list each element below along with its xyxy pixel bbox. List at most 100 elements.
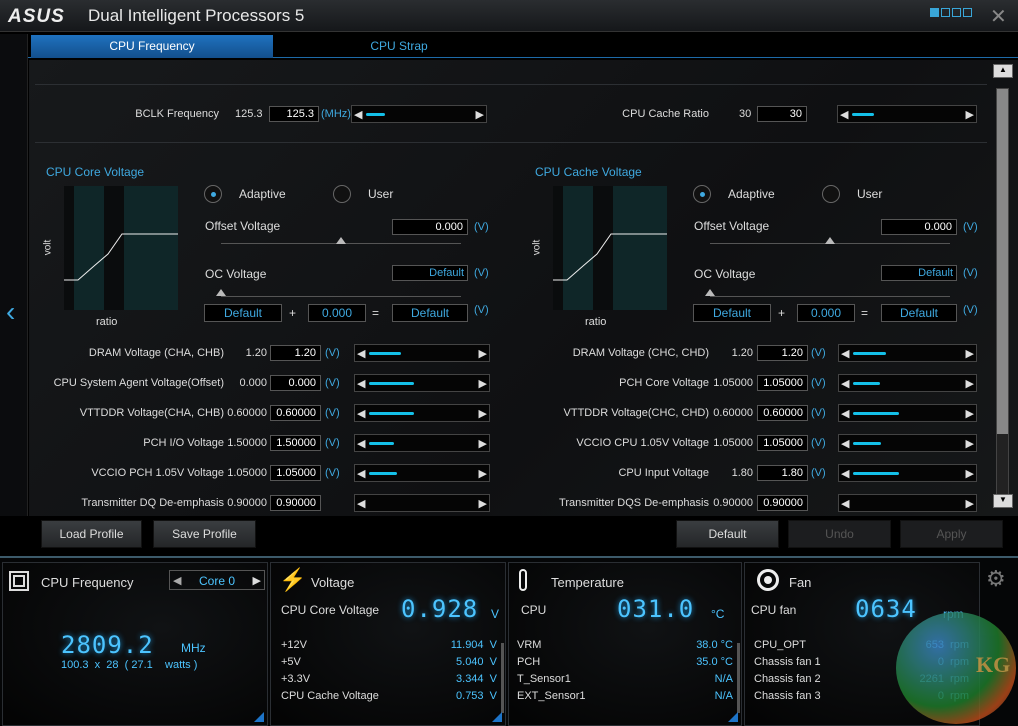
save-profile-button[interactable]: Save Profile <box>153 520 256 548</box>
slider-left-arrow-icon[interactable]: ◀ <box>357 437 365 450</box>
temperature-list-scrollbar[interactable] <box>737 643 740 713</box>
layout-1-icon[interactable] <box>930 8 939 17</box>
setting-input[interactable]: 0.60000 <box>270 405 321 421</box>
slider-left-arrow-icon[interactable]: ◀ <box>357 347 365 360</box>
slider-left-arrow-icon[interactable]: ◀ <box>840 108 848 121</box>
cache-ratio-input[interactable]: 30 <box>757 106 807 122</box>
setting-slider[interactable]: ◀ ▶ <box>838 464 977 482</box>
slider-left-arrow-icon[interactable]: ◀ <box>354 108 362 121</box>
slider-right-arrow-icon[interactable]: ▶ <box>966 407 974 420</box>
slider-right-arrow-icon[interactable]: ▶ <box>476 108 484 121</box>
slider-right-arrow-icon[interactable]: ▶ <box>966 377 974 390</box>
voltage-list-scrollbar[interactable] <box>501 643 504 713</box>
expand-corner-icon[interactable] <box>728 712 738 722</box>
setting-unit: (V) <box>811 347 826 359</box>
bclk-input[interactable]: 125.3 <box>269 106 319 122</box>
tab-cpu-frequency[interactable]: CPU Frequency <box>31 35 273 58</box>
watts-value: ( 27.1 watts ) <box>124 659 198 671</box>
cpu-core-voltage-oc-input[interactable]: Default <box>392 265 468 281</box>
setting-input[interactable]: 1.05000 <box>757 435 808 451</box>
setting-default: 1.05000 <box>713 377 753 389</box>
cpu-core-voltage-oc-thumb[interactable] <box>216 289 226 296</box>
slider-left-arrow-icon[interactable]: ◀ <box>357 377 365 390</box>
slider-left-arrow-icon[interactable]: ◀ <box>841 437 849 450</box>
apply-button[interactable]: Apply <box>900 520 1003 548</box>
scroll-down-icon[interactable]: ▼ <box>993 494 1013 508</box>
cpu-core-voltage-oc-track[interactable] <box>221 296 461 297</box>
bclk-slider[interactable]: ◀ ▶ <box>351 105 487 123</box>
setting-input[interactable]: 1.05000 <box>757 375 808 391</box>
slider-left-arrow-icon[interactable]: ◀ <box>841 497 849 510</box>
cpu-frequency-panel: CPU Frequency ◀ Core 0 ▶ 2809.2 MHz 100.… <box>2 562 268 726</box>
layout-4-icon[interactable] <box>963 8 972 17</box>
expand-corner-icon[interactable] <box>492 712 502 722</box>
slider-left-arrow-icon[interactable]: ◀ <box>357 497 365 510</box>
settings-gear-icon[interactable]: ⚙ <box>986 566 1006 592</box>
cache-ratio-slider[interactable]: ◀ ▶ <box>837 105 977 123</box>
cpu-core-voltage-graph-ylabel: volt <box>42 239 54 256</box>
undo-button[interactable]: Undo <box>788 520 891 548</box>
slider-left-arrow-icon[interactable]: ◀ <box>841 407 849 420</box>
close-button[interactable]: ✕ <box>990 4 1007 29</box>
setting-input[interactable]: 1.05000 <box>270 465 321 481</box>
slider-right-arrow-icon[interactable]: ▶ <box>966 437 974 450</box>
scroll-up-icon[interactable]: ▲ <box>993 64 1013 78</box>
ratio-value: 28 <box>106 659 119 671</box>
setting-input[interactable]: 0.000 <box>270 375 321 391</box>
slider-right-arrow-icon[interactable]: ▶ <box>966 347 974 360</box>
setting-slider[interactable]: ◀ ▶ <box>838 434 977 452</box>
cpu-cache-voltage-oc-input[interactable]: Default <box>881 265 957 281</box>
slider-left-arrow-icon[interactable]: ◀ <box>357 407 365 420</box>
next-core-icon[interactable]: ▶ <box>253 574 261 587</box>
scroll-thumb[interactable] <box>997 89 1008 434</box>
setting-input[interactable]: 0.90000 <box>270 495 321 511</box>
setting-input[interactable]: 0.60000 <box>757 405 808 421</box>
cpu-core-voltage-adaptive-radio[interactable] <box>204 185 222 203</box>
slider-fill <box>853 472 899 475</box>
slider-right-arrow-icon[interactable]: ▶ <box>966 108 974 121</box>
slider-left-arrow-icon[interactable]: ◀ <box>841 347 849 360</box>
layout-3-icon[interactable] <box>952 8 961 17</box>
setting-input[interactable]: 0.90000 <box>757 495 808 511</box>
cpu-cache-voltage-offset-label: Offset Voltage <box>694 219 770 233</box>
layout-2-icon[interactable] <box>941 8 950 17</box>
setting-slider[interactable]: ◀ ▶ <box>838 344 977 362</box>
default-button[interactable]: Default <box>676 520 779 548</box>
cpu-fan-label: CPU fan <box>751 603 797 617</box>
slider-right-arrow-icon[interactable]: ▶ <box>966 497 974 510</box>
slider-left-arrow-icon[interactable]: ◀ <box>841 467 849 480</box>
setting-input[interactable]: 1.50000 <box>270 435 321 451</box>
scroll-track[interactable] <box>996 88 1009 498</box>
expand-corner-icon[interactable] <box>254 712 264 722</box>
cpu-core-voltage-offset-input[interactable]: 0.000 <box>392 219 468 235</box>
cpu-cache-voltage-oc-track[interactable] <box>710 296 950 297</box>
cpu-cache-voltage-oc-thumb[interactable] <box>705 289 715 296</box>
tab-cpu-strap[interactable]: CPU Strap <box>278 35 520 58</box>
setting-slider[interactable]: ◀ ▶ <box>838 494 977 512</box>
setting-unit: (V) <box>325 437 340 449</box>
cpu-core-voltage-user-radio[interactable] <box>333 185 351 203</box>
setting-input[interactable]: 1.80 <box>757 465 808 481</box>
slider-left-arrow-icon[interactable]: ◀ <box>357 467 365 480</box>
setting-slider[interactable]: ◀ ▶ <box>838 374 977 392</box>
setting-label: CPU System Agent Voltage(Offset) <box>53 377 224 389</box>
setting-unit: (V) <box>325 407 340 419</box>
load-profile-button[interactable]: Load Profile <box>41 520 142 548</box>
setting-input[interactable]: 1.20 <box>757 345 808 361</box>
cpu-cache-voltage-offset-input[interactable]: 0.000 <box>881 219 957 235</box>
cpu-cache-voltage-user-radio[interactable] <box>822 185 840 203</box>
slider-right-arrow-icon[interactable]: ▶ <box>966 467 974 480</box>
cpu-core-voltage-offset-thumb[interactable] <box>336 237 346 244</box>
core-selector[interactable]: ◀ Core 0 ▶ <box>169 570 265 590</box>
setting-default: 0.000 <box>239 377 267 389</box>
chevron-left-icon[interactable]: ‹ <box>6 296 15 328</box>
slider-left-arrow-icon[interactable]: ◀ <box>841 377 849 390</box>
scrollbar[interactable]: ▲ ▼ <box>993 64 1013 508</box>
layout-switch-icons[interactable] <box>930 8 972 17</box>
cpu-cache-voltage-offset-thumb[interactable] <box>825 237 835 244</box>
cpu-core-voltage-oc-unit: (V) <box>474 267 489 279</box>
setting-default: 0.60000 <box>227 407 267 419</box>
cpu-cache-voltage-adaptive-radio[interactable] <box>693 185 711 203</box>
setting-slider[interactable]: ◀ ▶ <box>838 404 977 422</box>
setting-input[interactable]: 1.20 <box>270 345 321 361</box>
